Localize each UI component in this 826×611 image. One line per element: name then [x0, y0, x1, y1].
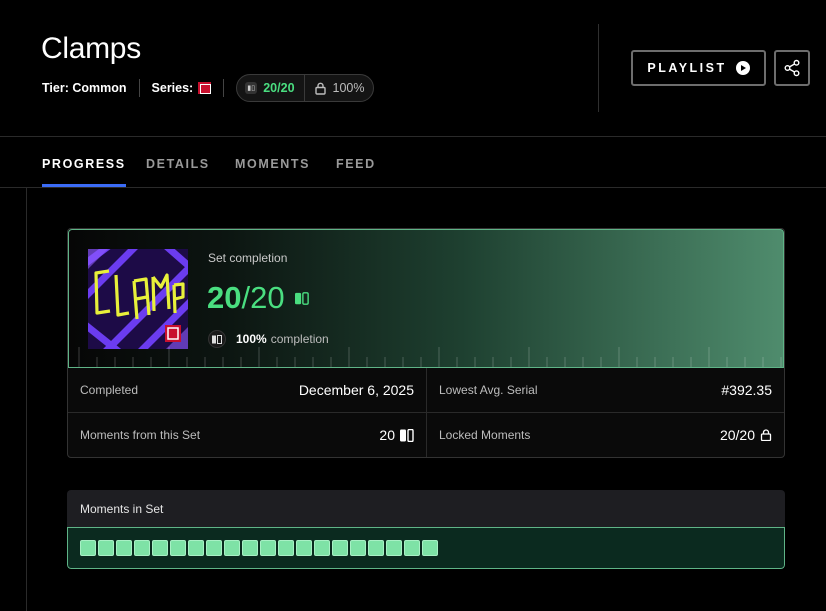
tab-progress[interactable]: PROGRESS	[42, 157, 126, 187]
ownership-pill: ▮▯ 20/20 100%	[236, 74, 374, 102]
stat-value: #392.35	[721, 382, 772, 398]
stat-value-wrap: 20/20	[720, 427, 772, 443]
stat-completed: Completed December 6, 2025	[80, 368, 414, 412]
completion-percent: 100%	[236, 332, 267, 346]
play-icon	[735, 61, 750, 75]
moment-square[interactable]	[116, 540, 132, 556]
stat-label: Locked Moments	[439, 428, 531, 442]
lock-icon	[314, 82, 326, 95]
meta-divider	[223, 79, 225, 97]
lock-icon	[760, 429, 772, 441]
moment-card-icon: ▮▯	[245, 82, 258, 94]
tier-value: Common	[72, 81, 127, 95]
stat-value: December 6, 2025	[298, 382, 414, 398]
moment-square[interactable]	[188, 540, 204, 556]
set-completion-hero: Set completion 20/20 100% completion	[68, 229, 784, 368]
set-completion-count: 20/20	[207, 280, 309, 316]
stat-label: Completed	[80, 383, 139, 397]
moment-card-icon	[400, 428, 414, 442]
moment-square[interactable]	[278, 540, 294, 556]
moments-in-set-title: Moments in Set	[67, 490, 785, 527]
completion-text: completion	[270, 332, 329, 346]
moment-square[interactable]	[332, 540, 348, 556]
moment-square[interactable]	[152, 540, 168, 556]
moment-square[interactable]	[242, 540, 258, 556]
stat-moments-from-set: Moments from this Set 20	[80, 413, 414, 457]
moment-square[interactable]	[98, 540, 114, 556]
playlist-button-label: PLAYLIST	[647, 61, 727, 75]
moments-in-set: Moments in Set	[67, 490, 785, 569]
stat-lowest-serial: Lowest Avg. Serial #392.35	[439, 368, 772, 412]
pill-divider	[303, 74, 305, 102]
set-completion-label: Set completion	[208, 251, 288, 265]
page-title: Clamps	[41, 32, 141, 65]
tab-bar: PROGRESS DETAILS MOMENTS FEED	[0, 137, 826, 188]
share-button[interactable]	[774, 50, 810, 86]
moment-square[interactable]	[206, 540, 222, 556]
set-completion-card: Set completion 20/20 100% completion Com…	[67, 228, 785, 458]
set-stats: Completed December 6, 2025 Lowest Avg. S…	[68, 368, 784, 457]
content-border	[26, 188, 27, 611]
meta-divider	[138, 79, 140, 97]
moments-grid	[67, 527, 785, 569]
moment-square[interactable]	[386, 540, 402, 556]
set-artwork	[88, 249, 188, 349]
tab-details[interactable]: DETAILS	[146, 157, 210, 171]
moment-square[interactable]	[350, 540, 366, 556]
moment-square[interactable]	[368, 540, 384, 556]
series-badge-icon	[198, 82, 212, 94]
stat-label: Moments from this Set	[80, 428, 201, 442]
total-number: /20	[241, 280, 285, 315]
moment-card-icon	[294, 291, 309, 305]
moment-square[interactable]	[134, 540, 150, 556]
tier-label: Tier:	[42, 81, 69, 95]
moment-square[interactable]	[296, 540, 312, 556]
moment-square[interactable]	[404, 540, 420, 556]
tab-moments[interactable]: MOMENTS	[235, 157, 310, 171]
set-header: Clamps Tier: Common Series: ▮▯ 20/20 100…	[0, 0, 826, 137]
series-label: Series:	[151, 81, 194, 95]
set-meta: Tier: Common Series: ▮▯ 20/20 100%	[42, 74, 374, 102]
owned-number: 20	[207, 280, 242, 315]
stat-value: 20/20	[719, 427, 755, 443]
share-icon	[784, 59, 800, 77]
moment-square[interactable]	[260, 540, 276, 556]
tab-feed[interactable]: FEED	[336, 157, 376, 171]
moment-square[interactable]	[80, 540, 96, 556]
stat-value-wrap: 20	[379, 427, 414, 443]
stats-divider	[426, 368, 427, 457]
moment-square[interactable]	[314, 540, 330, 556]
locked-percent: 100%	[332, 81, 365, 95]
stat-locked-moments: Locked Moments 20/20	[439, 413, 772, 457]
playlist-button[interactable]: PLAYLIST	[631, 50, 766, 86]
stat-label: Lowest Avg. Serial	[439, 383, 538, 397]
stat-value: 20	[379, 427, 395, 443]
progress-ticks	[78, 347, 782, 367]
moment-square[interactable]	[170, 540, 186, 556]
header-divider	[598, 24, 599, 112]
owned-count: 20/20	[263, 81, 295, 95]
moment-square[interactable]	[422, 540, 438, 556]
moment-square[interactable]	[224, 540, 240, 556]
